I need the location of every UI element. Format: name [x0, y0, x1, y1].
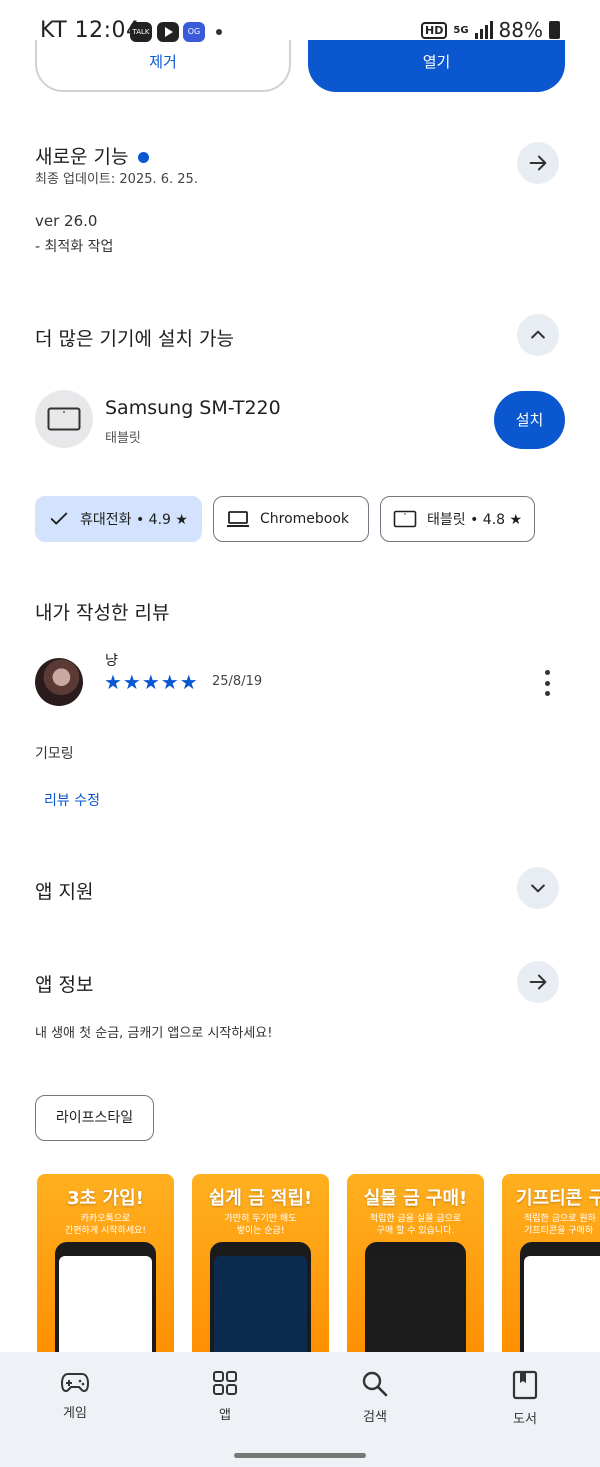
apps-grid-icon	[213, 1371, 237, 1395]
youtube-icon	[157, 22, 179, 42]
edit-review-link[interactable]: 리뷰 수정	[44, 790, 100, 810]
screenshot-subtext: 적립한 금으로 원하 기프티콘을 구매하	[524, 1214, 596, 1236]
network-label: 5G	[453, 24, 469, 36]
signal-icon	[474, 21, 493, 39]
bottom-navigation: 게임 앱 검색 도서	[0, 1352, 600, 1467]
tablet-icon	[393, 510, 417, 528]
screenshot-subtext: 가만히 두기만 해도 쌓이는 순금!	[224, 1214, 297, 1236]
screenshot-heading: 3초 가입!	[67, 1188, 144, 1209]
review-text: 기모링	[35, 746, 74, 762]
nav-games-label: 게임	[63, 1406, 87, 1421]
open-button[interactable]: 열기	[308, 40, 565, 92]
screenshot-1[interactable]: 3초 가입! 카카오톡으로 간편하게 시작하세요!	[37, 1174, 174, 1374]
device-type: 태블릿	[105, 431, 141, 446]
search-icon	[362, 1371, 388, 1397]
arrow-right-icon	[529, 155, 547, 171]
screenshot-4[interactable]: 기프티콘 구 적립한 금으로 원하 기프티콘을 구매하	[502, 1174, 600, 1374]
whats-new-title: 새로운 기능	[35, 142, 150, 169]
kakaotalk-icon: TALK	[130, 22, 152, 42]
avatar	[35, 658, 83, 706]
tablet-device-icon	[35, 390, 93, 448]
app-info-title: 앱 정보	[35, 974, 94, 996]
remove-button[interactable]: 제거	[35, 40, 291, 92]
laptop-icon	[227, 511, 249, 527]
hd-icon: HD	[421, 21, 448, 39]
screenshot-heading: 실물 금 구매!	[363, 1188, 468, 1209]
gamepad-icon	[60, 1373, 90, 1393]
chip-chromebook-label: Chromebook	[260, 511, 350, 527]
more-devices-title: 더 많은 기기에 설치 가능	[35, 328, 234, 350]
arrow-right-icon	[529, 974, 547, 990]
nav-games[interactable]: 게임	[35, 1370, 115, 1421]
og-app-icon: OG	[183, 22, 205, 42]
nav-search[interactable]: 검색	[335, 1370, 415, 1425]
app-description: 내 생애 첫 순금, 금캐기 앱으로 시작하세요!	[35, 1026, 273, 1041]
last-updated: 최종 업데이트: 2025. 6. 25.	[35, 172, 198, 187]
chevron-up-icon	[531, 330, 545, 339]
new-indicator-dot	[138, 152, 150, 163]
nav-books[interactable]: 도서	[485, 1370, 565, 1427]
screenshot-subtext: 카카오톡으로 간편하게 시작하세요!	[65, 1214, 146, 1236]
rating-stars: ★★★★★	[104, 670, 199, 694]
status-right: HD 5G 88%	[421, 18, 560, 42]
nav-apps[interactable]: 앱	[185, 1370, 265, 1423]
chip-phone-label: 휴대전화 • 4.9 ★	[80, 512, 188, 528]
battery-percent: 88%	[498, 18, 543, 42]
screenshot-2[interactable]: 쉽게 금 적립! 가만히 두기만 해도 쌓이는 순금!	[192, 1174, 329, 1374]
more-options-icon[interactable]	[542, 670, 552, 696]
version-text: ver 26.0	[35, 212, 98, 230]
category-tag[interactable]: 라이프스타일	[35, 1095, 154, 1141]
book-icon	[512, 1370, 538, 1400]
chip-phone[interactable]: 휴대전화 • 4.9 ★	[35, 496, 202, 542]
screenshot-3[interactable]: 실물 금 구매! 적립한 금을 실물 금으로 구매 할 수 있습니다.	[347, 1174, 484, 1374]
update-note: - 최적화 작업	[35, 239, 114, 255]
more-devices-collapse-button[interactable]	[517, 314, 559, 356]
whats-new-arrow-button[interactable]	[517, 142, 559, 184]
nav-search-label: 검색	[363, 1410, 387, 1425]
app-support-expand-button[interactable]	[517, 867, 559, 909]
screenshot-subtext: 적립한 금을 실물 금으로 구매 할 수 있습니다.	[369, 1214, 462, 1236]
notification-dot-icon	[216, 29, 222, 35]
review-date: 25/8/19	[212, 674, 263, 689]
device-name: Samsung SM-T220	[105, 397, 281, 419]
chip-tablet-label: 태블릿 • 4.8 ★	[427, 512, 523, 528]
chip-chromebook[interactable]: Chromebook	[213, 496, 369, 542]
app-support-title: 앱 지원	[35, 881, 94, 903]
nav-books-label: 도서	[513, 1412, 537, 1427]
screenshot-heading: 쉽게 금 적립!	[208, 1188, 313, 1209]
home-gesture-bar[interactable]	[234, 1453, 366, 1458]
reviewer-name: 냥	[105, 653, 118, 669]
screenshot-heading: 기프티콘 구	[516, 1188, 600, 1209]
app-info-arrow-button[interactable]	[517, 961, 559, 1003]
whats-new-label: 새로운 기능	[35, 146, 129, 168]
chevron-down-icon	[531, 884, 545, 893]
battery-icon	[549, 21, 560, 39]
chip-tablet[interactable]: 태블릿 • 4.8 ★	[380, 496, 535, 542]
check-icon	[50, 512, 68, 525]
my-review-title: 내가 작성한 리뷰	[35, 602, 170, 624]
nav-apps-label: 앱	[219, 1408, 231, 1423]
install-button[interactable]: 설치	[494, 391, 565, 449]
